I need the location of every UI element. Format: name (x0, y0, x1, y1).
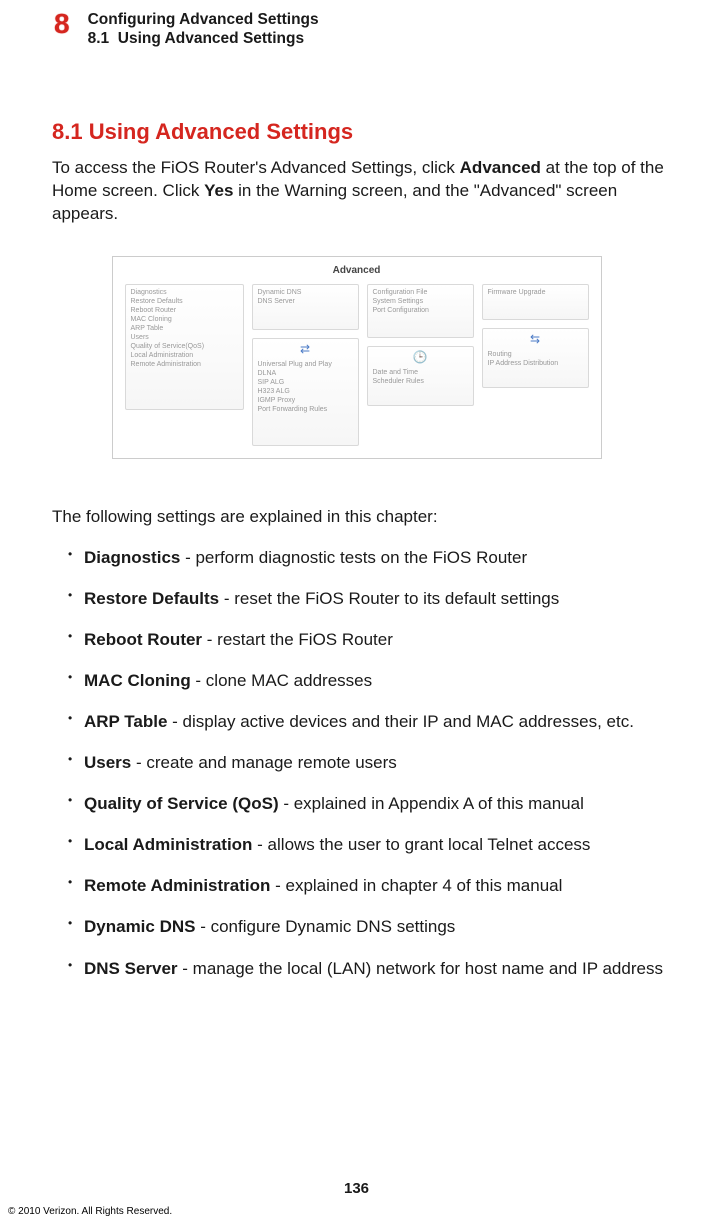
panel-config: Configuration File System Settings Port … (367, 284, 474, 338)
panel-dns: Dynamic DNS DNS Server (252, 284, 359, 330)
list-item: ARP Table - display active devices and t… (68, 711, 683, 733)
screenshot-title: Advanced (125, 265, 589, 276)
list-item: Reboot Router - restart the FiOS Router (68, 629, 683, 651)
clock-icon: 🕒 (373, 350, 468, 366)
advanced-screenshot: Advanced Diagnostics Restore Defaults Re… (112, 256, 602, 459)
panel-firmware: Firmware Upgrade (482, 284, 589, 320)
settings-list: Diagnostics - perform diagnostic tests o… (68, 547, 683, 980)
settings-intro: The following settings are explained in … (52, 507, 683, 527)
list-item: Local Administration - allows the user t… (68, 834, 683, 856)
panel-datetime: 🕒 Date and Time Scheduler Rules (367, 346, 474, 406)
list-item: DNS Server - manage the local (LAN) netw… (68, 958, 683, 980)
panel-routing: ⇆ Routing IP Address Distribution (482, 328, 589, 388)
list-item: Users - create and manage remote users (68, 752, 683, 774)
list-item: Remote Administration - explained in cha… (68, 875, 683, 897)
list-item: Dynamic DNS - configure Dynamic DNS sett… (68, 916, 683, 938)
chapter-number: 8 (54, 10, 70, 38)
chapter-title: Configuring Advanced Settings (88, 10, 319, 29)
copyright: © 2010 Verizon. All Rights Reserved. (8, 1206, 172, 1217)
panel-tools: Diagnostics Restore Defaults Reboot Rout… (125, 284, 244, 410)
page-number: 136 (0, 1180, 713, 1197)
list-item: Restore Defaults - reset the FiOS Router… (68, 588, 683, 610)
section-intro: To access the FiOS Router's Advanced Set… (52, 157, 683, 226)
panel-network: ⇄ Universal Plug and Play DLNA SIP ALG H… (252, 338, 359, 446)
network-icon: ⇄ (258, 342, 353, 358)
list-item: Quality of Service (QoS) - explained in … (68, 793, 683, 815)
routing-icon: ⇆ (488, 332, 583, 348)
chapter-header: 8 Configuring Advanced Settings 8.1 Usin… (30, 10, 683, 49)
list-item: MAC Cloning - clone MAC addresses (68, 670, 683, 692)
section-heading: 8.1 Using Advanced Settings (52, 119, 683, 145)
chapter-subtitle: 8.1 Using Advanced Settings (88, 29, 319, 48)
list-item: Diagnostics - perform diagnostic tests o… (68, 547, 683, 569)
